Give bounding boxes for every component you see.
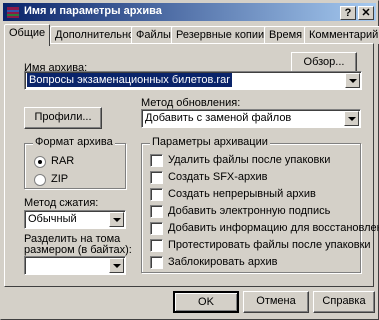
ok-button[interactable]: OK bbox=[173, 291, 239, 313]
radio-zip-label[interactable]: ZIP bbox=[51, 173, 68, 185]
option-checkbox[interactable] bbox=[150, 154, 163, 167]
archive-format-group: Формат архива RAR ZIP bbox=[24, 136, 126, 189]
archive-options-group: Параметры архивации Удалить файлы после … bbox=[141, 136, 379, 273]
tab-general[interactable]: Общие bbox=[4, 24, 51, 46]
winrar-app-icon bbox=[7, 7, 19, 18]
option-label[interactable]: Добавить электронную подпись bbox=[168, 205, 330, 217]
update-method-value: Добавить с заменой файлов bbox=[145, 112, 292, 124]
tab-time[interactable]: Время bbox=[264, 26, 308, 44]
compression-value: Обычный bbox=[28, 213, 77, 225]
option-label[interactable]: Добавить информацию для восстановления bbox=[168, 222, 379, 234]
option-label[interactable]: Создать непрерывный архив bbox=[168, 188, 316, 200]
help-button[interactable]: Справка bbox=[313, 291, 375, 313]
option-checkbox[interactable] bbox=[150, 205, 163, 218]
tab-comment[interactable]: Комментарий bbox=[304, 26, 379, 44]
update-method-label: Метод обновления: bbox=[141, 97, 241, 109]
compression-combo[interactable]: Обычный bbox=[24, 210, 126, 229]
archive-name-combo[interactable]: Вопросы экзаменационных билетов.rar bbox=[24, 71, 362, 90]
tab-strip: Общие Дополнительно Файлы Резервные копи… bbox=[4, 24, 379, 46]
dialog-window: Имя и параметры архива ? ✕ Общие Дополни… bbox=[0, 0, 379, 320]
chevron-down-icon[interactable] bbox=[344, 111, 359, 126]
option-label[interactable]: Удалить файлы после упаковки bbox=[168, 154, 330, 166]
option-checkbox[interactable] bbox=[150, 171, 163, 184]
chevron-down-icon[interactable] bbox=[109, 212, 124, 227]
radio-rar[interactable] bbox=[34, 156, 46, 168]
chevron-down-icon[interactable] bbox=[109, 258, 124, 273]
option-checkbox[interactable] bbox=[150, 222, 163, 235]
radio-zip[interactable] bbox=[34, 174, 46, 186]
archive-format-title: Формат архива bbox=[33, 136, 115, 148]
archive-name-value[interactable]: Вопросы экзаменационных билетов.rar bbox=[27, 73, 232, 87]
compression-label: Метод сжатия: bbox=[24, 197, 99, 209]
close-title-button[interactable]: ✕ bbox=[358, 6, 374, 20]
general-panel: Обзор... Имя архива: Вопросы экзаменацио… bbox=[4, 43, 379, 287]
chevron-down-icon[interactable] bbox=[345, 73, 360, 88]
option-checkbox[interactable] bbox=[150, 239, 163, 252]
split-size-combo[interactable] bbox=[24, 256, 126, 275]
option-label[interactable]: Заблокировать архив bbox=[168, 256, 277, 268]
radio-rar-label[interactable]: RAR bbox=[51, 155, 74, 167]
profiles-button[interactable]: Профили... bbox=[24, 107, 102, 129]
title-bar[interactable]: Имя и параметры архива ? ✕ bbox=[3, 3, 376, 21]
cancel-button[interactable]: Отмена bbox=[243, 291, 309, 313]
option-label[interactable]: Протестировать файлы после упаковки bbox=[168, 239, 371, 251]
option-label[interactable]: Создать SFX-архив bbox=[168, 171, 268, 183]
archive-options-title: Параметры архивации bbox=[150, 136, 270, 148]
tab-backup[interactable]: Резервные копии bbox=[171, 26, 270, 44]
window-title: Имя и параметры архива bbox=[24, 5, 162, 17]
split-label-2: размером (в байтах): bbox=[24, 244, 132, 256]
tab-files[interactable]: Файлы bbox=[131, 26, 176, 44]
help-title-button[interactable]: ? bbox=[340, 6, 356, 20]
update-method-combo[interactable]: Добавить с заменой файлов bbox=[141, 109, 361, 128]
tab-advanced[interactable]: Дополнительно bbox=[50, 26, 140, 44]
option-checkbox[interactable] bbox=[150, 256, 163, 269]
option-checkbox[interactable] bbox=[150, 188, 163, 201]
